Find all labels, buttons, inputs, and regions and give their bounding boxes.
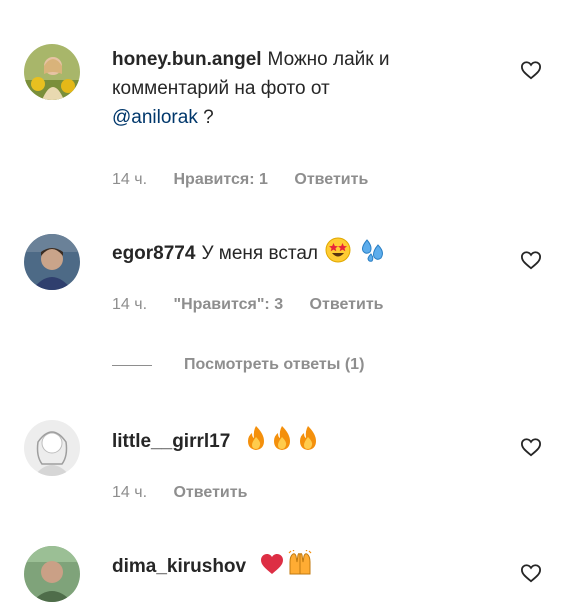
username[interactable]: honey.bun.angel xyxy=(112,49,262,70)
likes-count[interactable]: "Нравится": 3 xyxy=(173,296,283,313)
comment-body: honey.bun.angel Можно лайк и комментарий … xyxy=(112,45,520,132)
red-heart-emoji xyxy=(261,554,284,574)
timestamp[interactable]: 14 ч. xyxy=(112,484,147,501)
comment-body: little__girrl17 xyxy=(112,425,520,456)
username[interactable]: little__girrl17 xyxy=(112,431,230,452)
comment-meta: 14 ч. "Нравится": 3 Ответить xyxy=(112,296,405,314)
comment-text: У меня встал xyxy=(201,243,319,264)
avatar[interactable] xyxy=(24,44,80,100)
view-replies-label: Посмотреть ответы (1) xyxy=(184,356,365,373)
fire-emoji xyxy=(273,426,290,450)
username[interactable]: dima_kirushov xyxy=(112,556,246,577)
fire-emoji xyxy=(247,426,264,450)
fire-emoji xyxy=(299,426,316,450)
avatar[interactable] xyxy=(24,546,80,602)
username[interactable]: egor8774 xyxy=(112,243,195,264)
reply-button[interactable]: Ответить xyxy=(173,484,247,501)
star-struck-emoji xyxy=(325,237,351,263)
heart-outline-icon[interactable] xyxy=(520,60,542,80)
avatar-photo xyxy=(24,546,80,602)
avatar-photo xyxy=(24,420,80,476)
comment-text: ? xyxy=(197,107,214,128)
heart-outline-icon[interactable] xyxy=(520,437,542,457)
comment-body: dima_kirushov xyxy=(112,550,520,581)
sweat-droplets-emoji xyxy=(361,239,383,262)
reply-button[interactable]: Ответить xyxy=(310,296,384,313)
heart-outline-icon[interactable] xyxy=(520,250,542,270)
timestamp[interactable]: 14 ч. xyxy=(112,171,147,188)
raising-hands-emoji xyxy=(288,550,312,575)
avatar-photo xyxy=(24,44,80,100)
avatar-photo xyxy=(24,234,80,290)
avatar[interactable] xyxy=(24,234,80,290)
heart-outline-icon[interactable] xyxy=(520,563,542,583)
comment-text: комментарий на фото от xyxy=(112,78,330,99)
likes-count[interactable]: Нравится: 1 xyxy=(173,171,267,188)
avatar[interactable] xyxy=(24,420,80,476)
replies-divider xyxy=(112,364,152,366)
mention-link[interactable]: @anilorak xyxy=(112,107,198,128)
comment-meta: 14 ч. Ответить xyxy=(112,484,269,502)
view-replies-button[interactable]: Посмотреть ответы (1) xyxy=(112,356,364,374)
reply-button[interactable]: Ответить xyxy=(294,171,368,188)
timestamp[interactable]: 14 ч. xyxy=(112,296,147,313)
comment-text: Можно лайк и xyxy=(267,49,390,70)
comment-body: egor8774 У меня встал xyxy=(112,237,520,268)
comment-meta: 14 ч. Нравится: 1 Ответить xyxy=(112,171,390,189)
